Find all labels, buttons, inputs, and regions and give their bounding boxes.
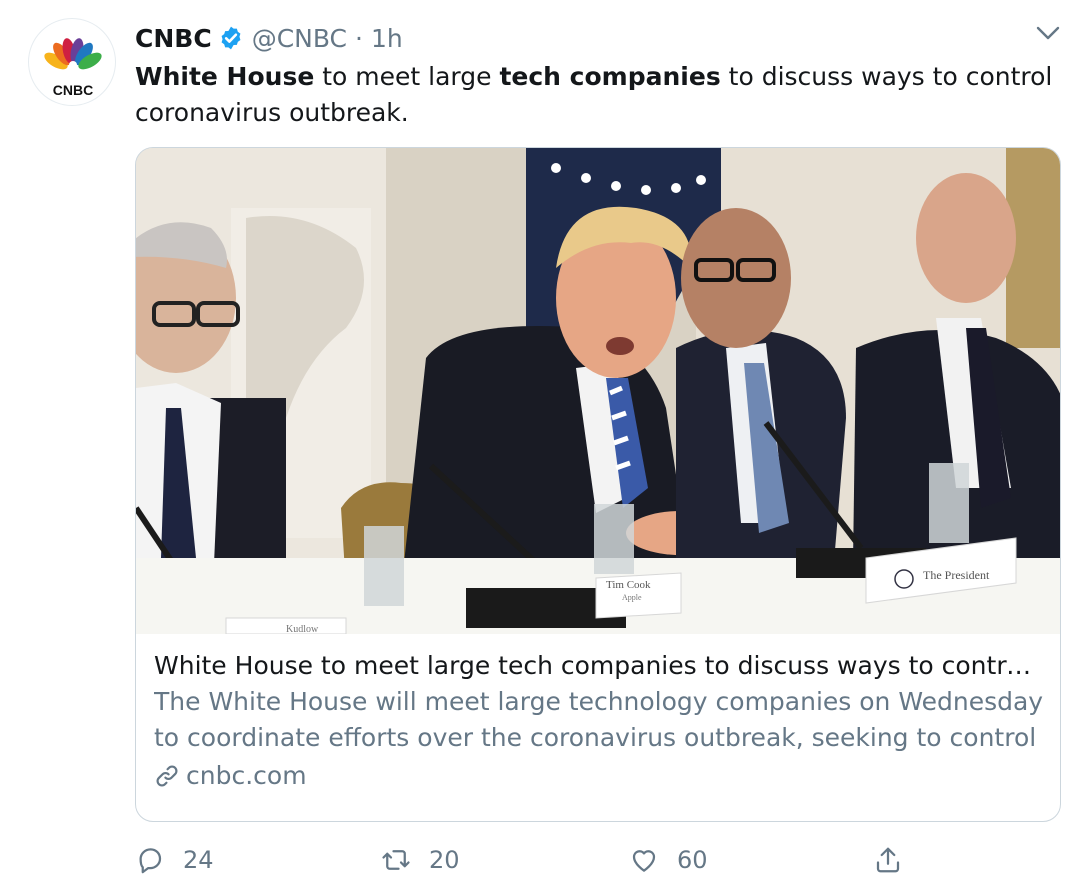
separator-dot: · <box>355 23 363 53</box>
placard-apple: Apple <box>622 593 642 602</box>
card-image: Tim Cook Apple The President Kudlow <box>136 148 1060 634</box>
tweet-text-bold-2: tech companies <box>499 62 721 91</box>
card-body: White House to meet large tech companies… <box>154 648 1044 794</box>
retweet-button[interactable]: 20 <box>381 838 460 882</box>
reply-icon <box>139 848 162 874</box>
share-button[interactable] <box>873 838 921 882</box>
reply-count: 24 <box>183 846 214 874</box>
author-name[interactable]: CNBC <box>135 24 212 53</box>
placard-kudlow: Kudlow <box>286 624 319 634</box>
chevron-down-icon[interactable] <box>1034 22 1062 44</box>
placard-the-president: The President <box>923 568 990 582</box>
card-domain-row: cnbc.com <box>154 758 1044 794</box>
verified-badge-icon <box>221 26 241 50</box>
placard-tim-cook: Tim Cook <box>606 579 651 591</box>
share-icon <box>876 847 900 873</box>
card-title[interactable]: White House to meet large tech companies… <box>154 648 1044 684</box>
cnbc-peacock-logo-icon: CNBC <box>44 38 102 98</box>
link-card[interactable]: Tim Cook Apple The President Kudlow Whit… <box>135 147 1061 822</box>
cnbc-logo-text: CNBC <box>53 82 93 98</box>
retweet-icon <box>382 850 410 870</box>
tweet-text-bold-1: White House <box>135 62 315 91</box>
tweet-timestamp[interactable]: 1h <box>371 24 403 53</box>
card-domain[interactable]: cnbc.com <box>186 758 307 794</box>
reply-button[interactable]: 24 <box>135 838 214 882</box>
tweet-actions: 24 20 60 <box>135 838 925 882</box>
like-count: 60 <box>677 846 708 874</box>
like-button[interactable]: 60 <box>629 838 708 882</box>
avatar[interactable]: CNBC <box>28 18 116 106</box>
heart-icon <box>632 850 656 872</box>
tweet-text: White House to meet large tech companies… <box>135 59 1055 131</box>
tweet-header: CNBC @CNBC · 1h <box>135 20 403 56</box>
retweet-count: 20 <box>429 846 460 874</box>
card-description: The White House will meet large technolo… <box>154 687 1044 752</box>
link-icon <box>156 765 178 787</box>
tweet-text-2: to meet large <box>314 62 500 91</box>
author-handle[interactable]: @CNBC <box>252 24 347 53</box>
